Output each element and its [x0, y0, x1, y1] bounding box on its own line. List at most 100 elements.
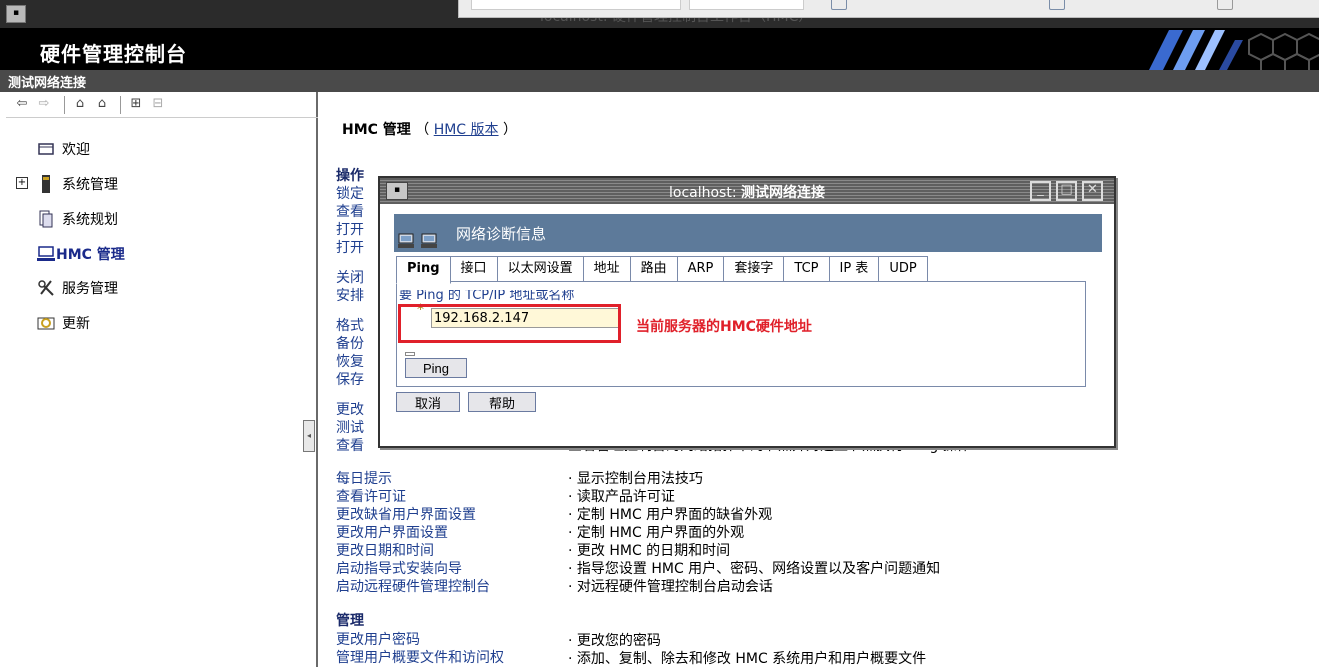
computer-icon — [36, 245, 56, 263]
planning-icon — [36, 210, 56, 228]
task-description: · 指导您设置 HMC 用户、密码、网络设置以及客户问题通知 — [568, 561, 941, 577]
task-link[interactable]: 恢复 — [336, 351, 364, 371]
window-menu-button[interactable]: ▪ — [6, 5, 26, 23]
nav-item-label: 更新 — [62, 316, 90, 332]
task-link-daily-tips[interactable]: 每日提示 — [336, 468, 392, 488]
dialog-title: localhost: 测试网络连接 — [380, 182, 1114, 202]
task-link-ui-settings[interactable]: 更改用户界面设置 — [336, 522, 448, 542]
task-description: · 读取产品许可证 — [568, 489, 675, 505]
page-title: HMC 管理 — [342, 122, 411, 138]
task-link-default-ui-settings[interactable]: 更改缺省用户界面设置 — [336, 504, 476, 524]
nav-item-label: 系统管理 — [62, 177, 118, 193]
update-icon — [36, 314, 56, 332]
dialog-header-title: 网络诊断信息 — [456, 225, 547, 243]
home-alt-icon[interactable]: ⌂ — [94, 96, 110, 112]
task-link-date-time[interactable]: 更改日期和时间 — [336, 540, 434, 560]
toolbar-separator — [120, 96, 121, 114]
nav-item-label: 服务管理 — [62, 281, 118, 297]
task-link[interactable]: 格式 — [336, 315, 364, 335]
ping-button[interactable]: Ping — [405, 358, 467, 378]
overlay-field[interactable] — [471, 0, 681, 10]
task-link[interactable]: 查看 — [336, 201, 364, 221]
dialog-titlebar: ▪ localhost: 测试网络连接 _ □ ✕ — [380, 178, 1114, 204]
task-link[interactable]: 保存 — [336, 369, 364, 389]
task-link[interactable]: 打开 — [336, 237, 364, 257]
home-icon[interactable]: ⌂ — [72, 96, 88, 112]
task-link[interactable]: 查看 — [336, 435, 364, 455]
welcome-icon — [36, 140, 56, 158]
tab-ping[interactable]: Ping — [396, 256, 451, 284]
task-link[interactable]: 打开 — [336, 219, 364, 239]
task-description: · 显示控制台用法技巧 — [568, 471, 703, 487]
paren-open: （ — [415, 122, 430, 138]
task-link[interactable]: 安排 — [336, 285, 364, 305]
section-title-operations: 操作 — [336, 168, 364, 184]
ping-prompt-label: 要 Ping 的 TCP/IP 地址或名称 — [399, 288, 575, 303]
task-link[interactable]: 更改 — [336, 399, 364, 419]
annotation-highlight-box — [398, 304, 621, 343]
task-link-setup-wizard[interactable]: 启动指导式安装向导 — [336, 558, 462, 578]
task-link-view-license[interactable]: 查看许可证 — [336, 486, 406, 506]
task-link-manage-users[interactable]: 管理用户概要文件和访问权 — [336, 647, 504, 667]
breadcrumb: 测试网络连接 — [0, 70, 1319, 92]
annotation-text: 当前服务器的HMC硬件地址 — [636, 319, 812, 335]
nav-item-system-planning[interactable]: 系统规划 — [36, 208, 118, 230]
network-icon — [398, 233, 437, 248]
expand-systems-icon[interactable]: + — [16, 177, 28, 189]
nav-item-label: 系统规划 — [62, 212, 118, 228]
nav-item-service-management[interactable]: 服务管理 — [36, 277, 118, 299]
overlay-button[interactable] — [1049, 0, 1065, 10]
navigation-pane: ⇦ ⇨ ⌂ ⌂ ⊞ ⊟ 欢迎 + 系统管理 系统规划 HMC 管理 服务管理 更… — [6, 92, 318, 667]
forward-icon[interactable]: ⇨ — [36, 96, 52, 112]
minimize-indicator — [405, 352, 415, 356]
section-title-manage: 管理 — [336, 613, 364, 629]
help-button[interactable]: 帮助 — [468, 392, 536, 412]
task-link-remote-hmc[interactable]: 启动远程硬件管理控制台 — [336, 576, 490, 596]
task-link-change-password[interactable]: 更改用户密码 — [336, 629, 420, 649]
overlay-button[interactable] — [1217, 0, 1233, 10]
tab-interfaces[interactable]: 接口 — [449, 256, 498, 282]
task-link[interactable]: 测试 — [336, 417, 364, 437]
dialog-header: 网络诊断信息 — [394, 214, 1102, 252]
tab-routes[interactable]: 路由 — [629, 256, 678, 282]
task-description: · 更改 HMC 的日期和时间 — [568, 543, 731, 559]
tab-ethernet-settings[interactable]: 以太网设置 — [496, 256, 584, 282]
dialog-title-host: localhost: — [668, 185, 741, 201]
cancel-button[interactable]: 取消 — [396, 392, 460, 412]
tools-icon — [36, 279, 56, 297]
tab-tcp[interactable]: TCP — [783, 256, 830, 282]
tab-udp[interactable]: UDP — [878, 256, 928, 282]
nav-item-welcome[interactable]: 欢迎 — [36, 138, 90, 160]
minimize-icon[interactable]: _ — [1030, 181, 1051, 201]
nav-item-systems-management[interactable]: 系统管理 — [36, 173, 118, 195]
nav-item-hmc-management[interactable]: HMC 管理 — [36, 243, 125, 265]
overlay-toolbar — [458, 0, 1319, 18]
page-header: HMC 管理 （ HMC 版本 ） — [342, 119, 517, 139]
nav-item-label: 欢迎 — [62, 142, 90, 158]
paren-close: ） — [503, 122, 517, 138]
toolbar-separator — [64, 96, 65, 114]
nav-toolbar: ⇦ ⇨ ⌂ ⌂ ⊞ ⊟ — [6, 92, 318, 118]
task-link[interactable]: 关闭 — [336, 267, 364, 287]
maximize-icon[interactable]: □ — [1056, 181, 1077, 201]
collapse-nav-handle[interactable]: ◂ — [303, 420, 315, 452]
back-icon[interactable]: ⇦ — [14, 96, 30, 112]
task-link[interactable]: 锁定 — [336, 183, 364, 203]
task-description: · 定制 HMC 用户界面的外观 — [568, 525, 745, 541]
task-description: · 添加、复制、除去和修改 HMC 系统用户和用户概要文件 — [568, 651, 927, 667]
close-icon[interactable]: ✕ — [1082, 181, 1103, 201]
hmc-version-link[interactable]: HMC 版本 — [434, 122, 499, 138]
tab-address[interactable]: 地址 — [582, 256, 631, 282]
nav-item-updates[interactable]: 更新 — [36, 312, 90, 334]
task-link[interactable]: 备份 — [336, 333, 364, 353]
overlay-field[interactable] — [689, 0, 804, 10]
dialog-title-text: 测试网络连接 — [741, 185, 825, 201]
tab-arp[interactable]: ARP — [676, 256, 725, 282]
tab-ip-table[interactable]: IP 表 — [828, 256, 880, 282]
server-icon — [36, 175, 56, 193]
expand-all-icon[interactable]: ⊞ — [128, 96, 144, 112]
collapse-all-icon[interactable]: ⊟ — [150, 96, 166, 112]
tab-sockets[interactable]: 套接字 — [723, 256, 785, 282]
task-description: · 更改您的密码 — [568, 633, 661, 649]
overlay-button[interactable] — [831, 0, 847, 10]
